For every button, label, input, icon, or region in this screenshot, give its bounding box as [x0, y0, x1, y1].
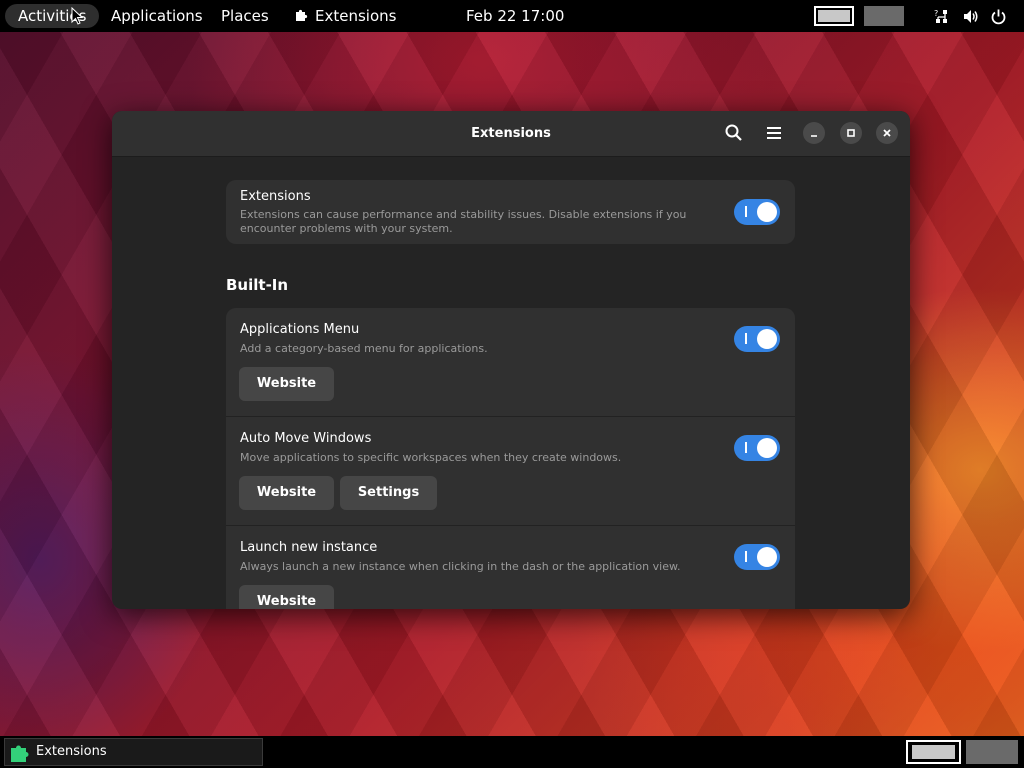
applications-menu[interactable]: Applications	[111, 0, 203, 32]
power-icon[interactable]	[990, 8, 1007, 25]
volume-icon[interactable]	[962, 8, 979, 25]
maximize-icon	[847, 129, 855, 137]
top-bar: Activities Applications Places Extension…	[0, 0, 1024, 32]
app-menu-label: Extensions	[315, 7, 397, 25]
divider	[226, 416, 795, 417]
menu-icon[interactable]	[764, 123, 784, 143]
taskbar-item-extensions[interactable]: Extensions	[4, 738, 263, 766]
puzzle-icon	[296, 9, 308, 21]
extensions-master-row: Extensions Extensions can cause performa…	[226, 180, 795, 244]
bottom-taskbar: Extensions	[0, 736, 1024, 768]
extension-name: Launch new instance	[240, 540, 378, 555]
extension-description: Move applications to specific workspaces…	[240, 451, 622, 464]
master-description: Extensions can cause performance and sta…	[240, 208, 687, 235]
workspace-2-indicator[interactable]	[864, 6, 904, 26]
master-title: Extensions	[240, 189, 311, 204]
minimize-icon	[811, 135, 817, 137]
puzzle-icon	[11, 745, 29, 762]
extensions-list[interactable]: Extensions Extensions can cause performa…	[112, 157, 910, 609]
extension-name: Applications Menu	[240, 322, 360, 337]
clock[interactable]: Feb 22 17:00	[466, 0, 564, 32]
mouse-cursor-icon	[71, 7, 83, 25]
workspace-1-switcher[interactable]	[906, 740, 961, 764]
app-menu-extensions[interactable]: Extensions	[294, 0, 396, 32]
extension-name: Auto Move Windows	[240, 431, 372, 446]
header-bar[interactable]: Extensions	[112, 111, 910, 157]
places-menu[interactable]: Places	[221, 0, 269, 32]
divider	[226, 525, 795, 526]
extension-toggle[interactable]	[734, 326, 780, 352]
master-toggle[interactable]	[734, 199, 780, 225]
taskbar-item-label: Extensions	[36, 744, 107, 759]
section-title-built-in: Built-In	[226, 276, 289, 294]
extension-description: Always launch a new instance when clicki…	[240, 560, 681, 573]
extension-toggle[interactable]	[734, 544, 780, 570]
minimize-button[interactable]	[803, 122, 825, 144]
extension-description: Add a category-based menu for applicatio…	[240, 342, 488, 355]
settings-button[interactable]: Settings	[340, 476, 437, 510]
extension-toggle[interactable]	[734, 435, 780, 461]
workspace-1-indicator[interactable]	[814, 6, 854, 26]
website-button[interactable]: Website	[239, 367, 334, 401]
search-icon[interactable]	[724, 123, 744, 143]
built-in-extensions-card: Applications Menu Add a category-based m…	[226, 308, 795, 609]
maximize-button[interactable]	[840, 122, 862, 144]
network-icon[interactable]: ?	[933, 8, 950, 25]
activities-button[interactable]: Activities	[5, 4, 100, 28]
website-button[interactable]: Website	[239, 476, 334, 510]
close-icon	[883, 129, 891, 137]
svg-text:?: ?	[934, 9, 938, 18]
workspace-2-switcher[interactable]	[966, 740, 1018, 764]
window-title: Extensions	[471, 126, 551, 141]
extensions-window: Extensions Extensions Extensions can cau…	[112, 111, 910, 609]
close-button[interactable]	[876, 122, 898, 144]
website-button[interactable]: Website	[239, 585, 334, 609]
